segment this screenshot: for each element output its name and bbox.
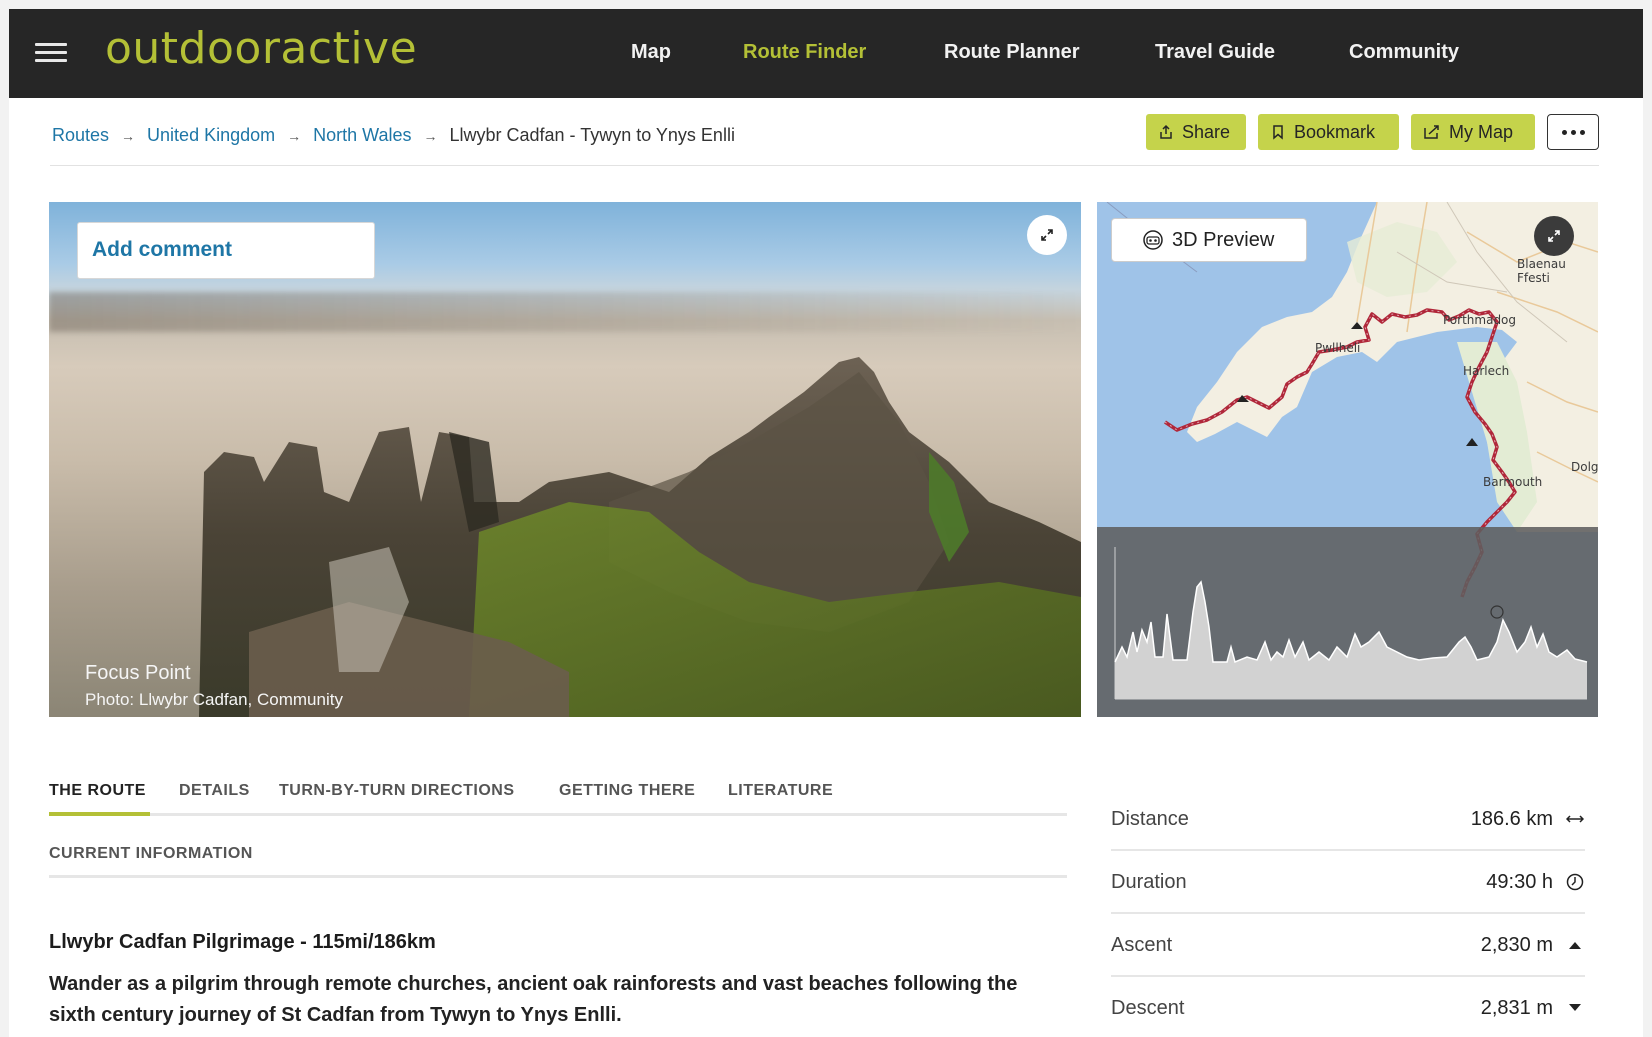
tab-underline bbox=[49, 813, 1067, 816]
nav-map[interactable]: Map bbox=[631, 41, 671, 64]
3d-preview-label: 3D Preview bbox=[1172, 228, 1275, 251]
more-options-button[interactable] bbox=[1547, 114, 1599, 150]
driftwood-photo-subject bbox=[199, 357, 1081, 717]
map-label-harlech: Harlech bbox=[1463, 364, 1510, 378]
tab-getting-there[interactable]: GETTING THERE bbox=[559, 782, 695, 800]
stat-descent-label: Descent bbox=[1111, 997, 1185, 1019]
stat-ascent-value: 2,830 m bbox=[1480, 934, 1553, 956]
tab-details[interactable]: DETAILS bbox=[179, 782, 250, 800]
breadcrumb-united-kingdom[interactable]: United Kingdom bbox=[147, 125, 275, 146]
menu-icon[interactable] bbox=[35, 41, 69, 65]
stat-distance-label: Distance bbox=[1111, 808, 1189, 830]
stat-duration-value: 49:30 h bbox=[1486, 871, 1553, 893]
route-heading: Llwybr Cadfan Pilgrimage - 115mi/186km bbox=[49, 931, 436, 953]
my-map-label: My Map bbox=[1449, 121, 1514, 142]
map-label-porthmadog: Porthmadog bbox=[1443, 313, 1517, 327]
breadcrumb-arrow-icon: → bbox=[287, 127, 302, 144]
fullscreen-map-button[interactable] bbox=[1534, 216, 1574, 256]
hero-photo[interactable]: Add comment Focus Point Photo: Llwybr Ca… bbox=[49, 202, 1081, 717]
ascent-arrow-icon bbox=[1565, 934, 1585, 956]
tab-literature[interactable]: LITERATURE bbox=[728, 782, 833, 800]
logo[interactable]: outdooractive bbox=[105, 23, 417, 74]
stat-descent: Descent 2,831 m bbox=[1111, 977, 1585, 1037]
share-label: Share bbox=[1182, 121, 1231, 142]
stat-descent-value: 2,831 m bbox=[1480, 997, 1553, 1019]
clock-icon bbox=[1565, 871, 1585, 893]
divider bbox=[50, 165, 1599, 166]
active-tab-indicator bbox=[49, 812, 150, 816]
page: outdooractive Map Route Finder Route Pla… bbox=[9, 9, 1643, 1037]
stat-duration-label: Duration bbox=[1111, 871, 1187, 893]
breadcrumb-north-wales[interactable]: North Wales bbox=[313, 125, 411, 146]
fullscreen-photo-button[interactable] bbox=[1027, 215, 1067, 255]
stat-duration: Duration 49:30 h bbox=[1111, 851, 1585, 914]
more-dots-icon bbox=[1579, 129, 1585, 135]
subtab-underline bbox=[49, 875, 1067, 878]
expand-icon bbox=[1548, 230, 1560, 242]
photo-credit: Photo: Llwybr Cadfan, Community bbox=[85, 690, 343, 709]
bookmark-icon bbox=[1273, 125, 1283, 140]
more-dots-icon bbox=[1561, 129, 1567, 135]
add-to-map-icon bbox=[1424, 125, 1439, 139]
stat-ascent: Ascent 2,830 m bbox=[1111, 914, 1585, 977]
photo-title: Focus Point bbox=[85, 662, 191, 684]
stat-distance-value: 186.6 km bbox=[1470, 808, 1553, 830]
descent-arrow-icon bbox=[1565, 997, 1585, 1019]
expand-icon bbox=[1041, 229, 1053, 241]
breadcrumb-current: Llwybr Cadfan - Tywyn to Ynys Enlli bbox=[449, 125, 735, 145]
nav-community[interactable]: Community bbox=[1349, 41, 1459, 64]
share-icon bbox=[1160, 124, 1172, 139]
breadcrumb-routes[interactable]: Routes bbox=[52, 125, 109, 146]
distance-icon bbox=[1565, 808, 1585, 830]
more-dots-icon bbox=[1570, 129, 1576, 135]
route-map[interactable]: Blaenau Ffesti Porthmadog Pwllheli Harle… bbox=[1097, 202, 1598, 717]
stat-ascent-label: Ascent bbox=[1111, 934, 1173, 956]
breadcrumb-arrow-icon: → bbox=[423, 127, 438, 144]
my-map-button[interactable]: My Map bbox=[1411, 114, 1535, 150]
3d-preview-icon bbox=[1143, 230, 1163, 250]
breadcrumb-arrow-icon: → bbox=[121, 127, 136, 144]
route-description: Wander as a pilgrim through remote churc… bbox=[49, 973, 1018, 1026]
3d-preview-button[interactable]: 3D Preview bbox=[1111, 218, 1307, 262]
add-comment-button[interactable]: Add comment bbox=[77, 222, 375, 279]
share-button[interactable]: Share bbox=[1146, 114, 1246, 150]
map-label-blaenau: Blaenau Ffesti bbox=[1517, 257, 1566, 285]
map-label-dolg: Dolg bbox=[1571, 460, 1598, 474]
nav-route-finder[interactable]: Route Finder bbox=[743, 41, 866, 64]
nav-travel-guide[interactable]: Travel Guide bbox=[1155, 41, 1275, 64]
top-navigation-bar: outdooractive Map Route Finder Route Pla… bbox=[9, 9, 1643, 98]
nav-route-planner[interactable]: Route Planner bbox=[944, 41, 1080, 64]
tab-current-information[interactable]: CURRENT INFORMATION bbox=[49, 845, 253, 863]
tab-the-route[interactable]: THE ROUTE bbox=[49, 782, 146, 800]
tab-turn-by-turn-directions[interactable]: TURN-BY-TURN DIRECTIONS bbox=[279, 782, 515, 800]
bookmark-button[interactable]: Bookmark bbox=[1258, 114, 1399, 150]
map-label-barmouth: Barmouth bbox=[1483, 475, 1543, 489]
map-label-pwllheli: Pwllheli bbox=[1315, 341, 1361, 355]
breadcrumb: Routes → United Kingdom → North Wales → … bbox=[52, 125, 735, 146]
stat-distance: Distance 186.6 km bbox=[1111, 788, 1585, 851]
bookmark-label: Bookmark bbox=[1294, 121, 1376, 142]
